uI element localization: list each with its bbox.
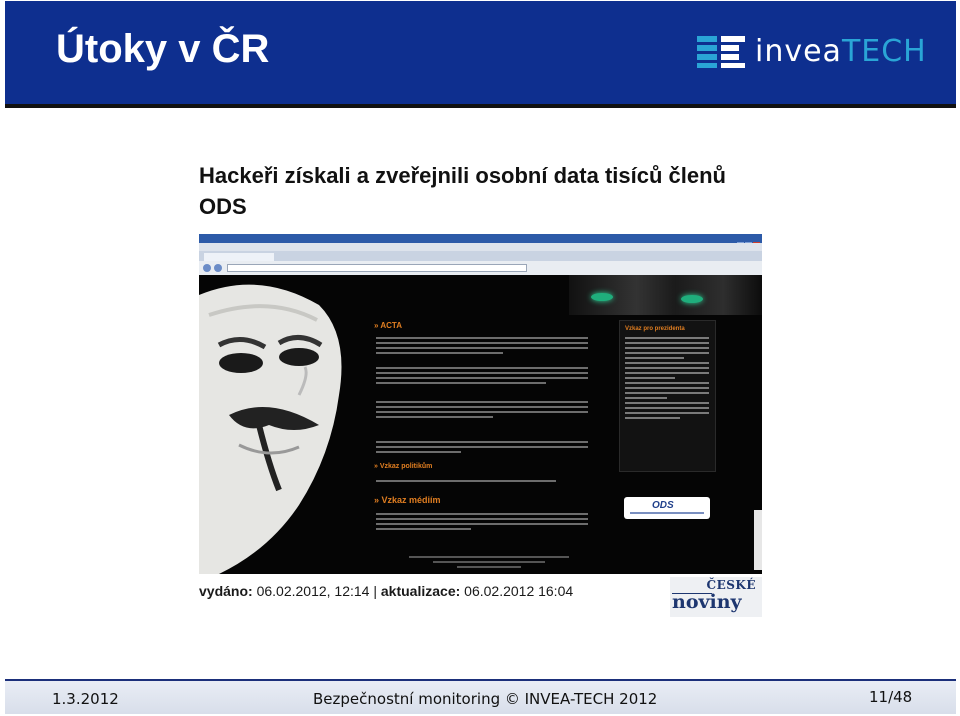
ceske-noviny-logo-bottom: noviny	[672, 591, 742, 613]
browser-titlebar	[199, 234, 762, 248]
browser-menu-bar	[199, 243, 762, 251]
president-message-box: Vzkaz pro prezidenta	[619, 320, 716, 472]
acta-text-4	[376, 441, 588, 456]
header-rule	[5, 104, 956, 108]
embedded-website-screenshot: » ACTA » Vzkaz politikům » Vzkaz médiím …	[199, 234, 762, 574]
address-field	[227, 264, 527, 272]
footer-copyright: Bezpečnostní monitoring © INVEA-TECH 201…	[313, 690, 658, 708]
sidebar-heading: Vzkaz pro prezidenta	[625, 326, 685, 332]
back-icon	[203, 264, 211, 272]
meta-separator: |	[373, 583, 377, 599]
updated-label: aktualizace:	[380, 583, 461, 599]
article-headline: Hackeři získali a zveřejnili osobní data…	[199, 163, 726, 219]
section-vzkaz-mediim: » Vzkaz médiím	[374, 495, 441, 505]
published-value: 06.02.2012, 12:14	[256, 583, 370, 599]
published-label: vydáno:	[199, 583, 253, 599]
right-eye-icon	[681, 295, 703, 303]
logo-text-main: invea	[755, 34, 842, 69]
left-eye-icon	[591, 293, 613, 301]
sidebar-text	[625, 337, 709, 422]
ods-banner: ODS	[624, 497, 710, 519]
mediim-text	[376, 513, 588, 533]
logo-text-accent: TECH	[841, 34, 927, 69]
cat-eyes-banner	[569, 275, 762, 315]
site-footer-text	[409, 556, 569, 571]
acta-text	[376, 337, 588, 357]
scrollbar	[754, 510, 762, 570]
logo-mark-icon	[697, 36, 745, 68]
guy-fawkes-mask-image	[199, 284, 342, 574]
footer-date: 1.3.2012	[52, 690, 119, 708]
ceske-noviny-logo-top: ČESKÉ	[706, 578, 756, 592]
politikum-text	[376, 480, 588, 485]
acta-text-2	[376, 367, 588, 387]
logo-text: inveaTECH	[755, 34, 927, 69]
forward-icon	[214, 264, 222, 272]
slide-title: Útoky v ČR	[56, 27, 270, 71]
ceske-noviny-logo: ČESKÉ noviny	[670, 577, 762, 617]
ods-banner-subline	[630, 512, 704, 514]
website-page: » ACTA » Vzkaz politikům » Vzkaz médiím …	[199, 275, 762, 574]
section-acta: » ACTA	[374, 321, 402, 330]
article-meta: vydáno: 06.02.2012, 12:14 | aktualizace:…	[199, 583, 573, 599]
ods-banner-text: ODS	[652, 500, 674, 511]
acta-text-3	[376, 401, 588, 421]
window-buttons	[736, 235, 760, 248]
browser-tab	[204, 253, 274, 261]
updated-value: 06.02.2012 16:04	[464, 583, 574, 599]
page-number: 11/48	[869, 688, 913, 706]
browser-address-bar	[199, 261, 762, 275]
browser-tab-strip	[199, 251, 762, 261]
section-vzkaz-politikum: » Vzkaz politikům	[374, 463, 433, 470]
site-content: » ACTA » Vzkaz politikům » Vzkaz médiím	[374, 315, 594, 540]
invea-tech-logo: inveaTECH	[697, 32, 937, 72]
